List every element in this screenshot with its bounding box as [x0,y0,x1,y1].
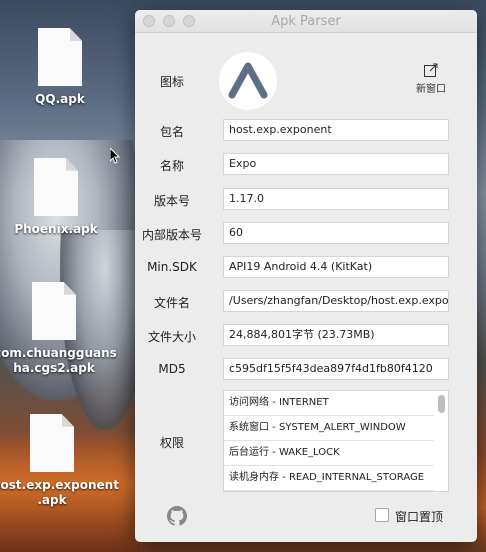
mouse-cursor-icon [110,148,120,164]
apk-file-icon [34,158,78,216]
desktop-file-label-line1: com.chuangguans [0,346,117,360]
min-sdk-label: Min.SDK [147,260,197,274]
new-window-button[interactable]: 新窗口 [411,62,451,95]
permissions-label: 权限 [159,436,184,450]
pin-window-checkbox[interactable] [375,508,389,522]
min-sdk-field[interactable]: API19 Android 4.4 (KitKat) [223,256,449,278]
new-window-icon [424,63,438,77]
desktop-file-qq[interactable]: QQ.apk [0,28,120,107]
version-code-field[interactable]: 60 [223,222,449,244]
file-size-label: 文件大小 [147,330,196,344]
window-title: Apk Parser [271,14,341,29]
file-name-label: 文件名 [153,296,190,310]
desktop-file-host-exp-exponent[interactable]: host.exp.exponent .apk [0,414,119,508]
permission-item[interactable]: 访问网络 - INTERNET [224,391,434,416]
desktop-file-label-line2: ha.cgs2.apk [13,361,95,375]
app-logo [219,52,277,110]
file-size-field[interactable]: 24,884,801字节 (23.73MB) [223,324,449,346]
apk-file-icon [32,282,76,340]
desktop-file-label-line2: .apk [37,493,67,507]
desktop-file-label: QQ.apk [35,92,85,106]
desktop-file-label: com.chuangguans ha.cgs2.apk [0,346,117,376]
version-label: 版本号 [153,194,190,208]
permission-item[interactable]: 读机身内存 - READ_INTERNAL_STORAGE [224,466,434,491]
github-icon[interactable] [167,506,187,526]
permission-item[interactable]: 后台运行 - WAKE_LOCK [224,441,434,466]
name-field[interactable]: Expo [223,153,449,175]
expo-logo-icon [228,62,268,99]
desktop-file-chuangguansha[interactable]: com.chuangguans ha.cgs2.apk [0,282,117,376]
version-code-label: 内部版本号 [141,228,202,242]
title-bar[interactable]: Apk Parser [135,10,477,33]
permission-item[interactable]: 系统窗口 - SYSTEM_ALERT_WINDOW [224,416,434,441]
desktop-file-label: Phoenix.apk [14,222,98,236]
desktop-file-label: host.exp.exponent .apk [0,478,119,508]
permissions-list[interactable]: 访问网络 - INTERNET 系统窗口 - SYSTEM_ALERT_WIND… [223,390,449,492]
apk-file-icon [30,414,74,472]
new-window-label: 新窗口 [416,84,446,95]
icon-label: 图标 [159,75,184,89]
pin-window-label[interactable]: 窗口置顶 [395,508,443,525]
md5-field[interactable]: c595df15f5f43dea897f4d1fb80f4120 [223,358,449,380]
permissions-scrollbar[interactable] [438,395,445,413]
desktop-file-phoenix[interactable]: Phoenix.apk [0,158,116,237]
package-label: 包名 [159,125,184,139]
version-field[interactable]: 1.17.0 [223,188,449,210]
file-name-field[interactable]: /Users/zhangfan/Desktop/host.exp.exponen… [223,290,449,312]
desktop-file-label-line1: host.exp.exponent [0,478,119,492]
md5-label: MD5 [158,362,186,376]
apk-parser-window: Apk Parser 图标 新窗口 包名 host.exp.exponent 名… [135,10,477,542]
name-label: 名称 [159,159,184,173]
package-field[interactable]: host.exp.exponent [223,119,449,141]
apk-file-icon [38,28,82,86]
